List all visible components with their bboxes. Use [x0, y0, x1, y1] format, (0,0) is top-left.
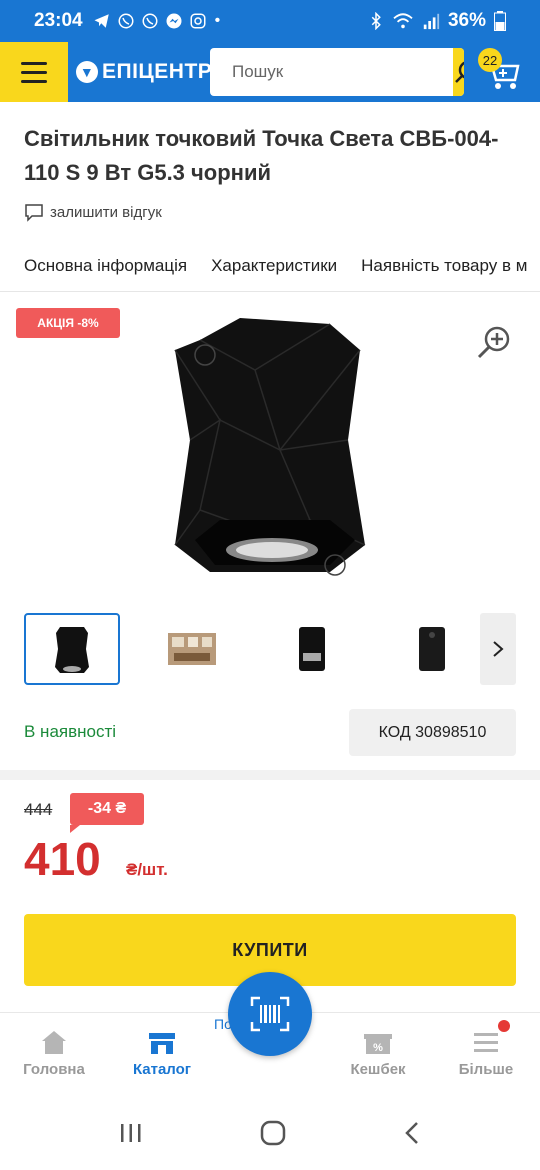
cashback-icon: %	[364, 1034, 392, 1054]
nav-home[interactable]: Головна	[4, 1029, 104, 1078]
search-bar	[210, 48, 464, 96]
signal-icon	[423, 13, 440, 30]
notification-dot	[498, 1020, 510, 1032]
tab-availability[interactable]: Наявність товару в м	[361, 256, 527, 276]
product-tabs: Основна інформація Характеристики Наявні…	[0, 240, 540, 292]
barcode-scan-icon	[250, 996, 290, 1032]
instagram-icon	[190, 13, 206, 29]
viber-icon-2	[142, 13, 158, 29]
battery-percent: 36%	[447, 10, 486, 31]
notification-icons	[93, 12, 207, 30]
zoom-icon[interactable]	[474, 322, 514, 362]
status-dot: •	[214, 12, 221, 29]
back-icon[interactable]	[402, 1120, 422, 1146]
status-right: 36%	[368, 10, 506, 32]
system-navigation-bar	[0, 1096, 540, 1170]
bluetooth-icon	[371, 12, 381, 30]
cart-button[interactable]: 22	[478, 48, 528, 96]
nav-more[interactable]: Більше	[436, 1029, 536, 1078]
app-header: ▼ ЕПІЦЕНТР 22	[0, 42, 540, 102]
hamburger-line	[21, 61, 47, 65]
hamburger-line	[21, 70, 47, 74]
nav-cashback[interactable]: % Кешбек	[328, 1029, 428, 1078]
battery-icon	[494, 11, 506, 31]
product-code: КОД 30898510	[349, 709, 516, 756]
chevron-right-icon	[493, 641, 504, 657]
viber-icon	[118, 13, 134, 29]
svg-text:%: %	[373, 1042, 383, 1054]
comment-icon	[25, 204, 43, 222]
thumbnail-3[interactable]	[264, 613, 360, 685]
price-unit: ₴/шт.	[126, 860, 168, 879]
thumbnail-2-image	[168, 633, 216, 665]
thumbnail-4-image	[419, 627, 445, 671]
nav-cashback-label: Кешбек	[350, 1061, 406, 1078]
cart-count-badge: 22	[478, 48, 502, 72]
menu-button[interactable]	[0, 42, 68, 102]
search-button[interactable]	[453, 48, 464, 96]
recent-apps-icon[interactable]	[118, 1121, 144, 1145]
product-image[interactable]	[160, 310, 380, 590]
nav-catalog-label: Каталог	[132, 1061, 192, 1078]
old-price: 444	[24, 800, 53, 819]
availability-status: В наявності	[24, 722, 117, 741]
thumbnail-next-button[interactable]	[480, 613, 516, 685]
home-icon	[42, 1031, 66, 1054]
hamburger-line	[21, 79, 47, 83]
discount-badge: -34 ₴	[70, 793, 144, 833]
tab-characteristics[interactable]: Характеристики	[211, 256, 337, 276]
barcode-scan-button[interactable]	[228, 972, 312, 1056]
more-menu-icon	[474, 1033, 498, 1052]
thumbnail-4[interactable]	[384, 613, 480, 685]
current-price: 410	[24, 833, 101, 885]
thumbnail-1-image	[55, 627, 89, 673]
thumbnail-1[interactable]	[24, 613, 120, 685]
nav-more-label: Більше	[458, 1061, 514, 1078]
home-button-icon[interactable]	[259, 1119, 287, 1147]
review-link-label: залишити відгук	[50, 203, 162, 221]
thumbnail-2[interactable]	[144, 613, 240, 685]
logo-mark-icon: ▼	[76, 61, 98, 83]
tab-main-info[interactable]: Основна інформація	[24, 256, 187, 276]
thumbnail-strip	[24, 613, 516, 685]
wifi-icon	[393, 13, 413, 29]
messenger-icon	[166, 13, 182, 29]
search-icon	[455, 61, 464, 83]
promo-badge: АКЦІЯ -8%	[16, 308, 120, 338]
section-divider	[0, 770, 540, 780]
status-time: 23:04	[34, 10, 83, 31]
search-input[interactable]	[210, 62, 453, 82]
thumbnail-3-image	[299, 627, 325, 671]
logo-text: ЕПІЦЕНТР	[102, 60, 213, 83]
logo[interactable]: ▼ ЕПІЦЕНТР	[76, 60, 212, 84]
product-title: Світильник точковий Точка Света СВБ-004-…	[24, 126, 499, 185]
nav-catalog[interactable]: Каталог	[112, 1029, 212, 1078]
status-bar: 23:04 • 36%	[0, 0, 540, 42]
nav-home-label: Головна	[23, 1061, 85, 1078]
telegram-icon	[94, 14, 109, 28]
catalog-store-icon	[149, 1033, 175, 1054]
review-link[interactable]: залишити відгук	[24, 202, 162, 222]
